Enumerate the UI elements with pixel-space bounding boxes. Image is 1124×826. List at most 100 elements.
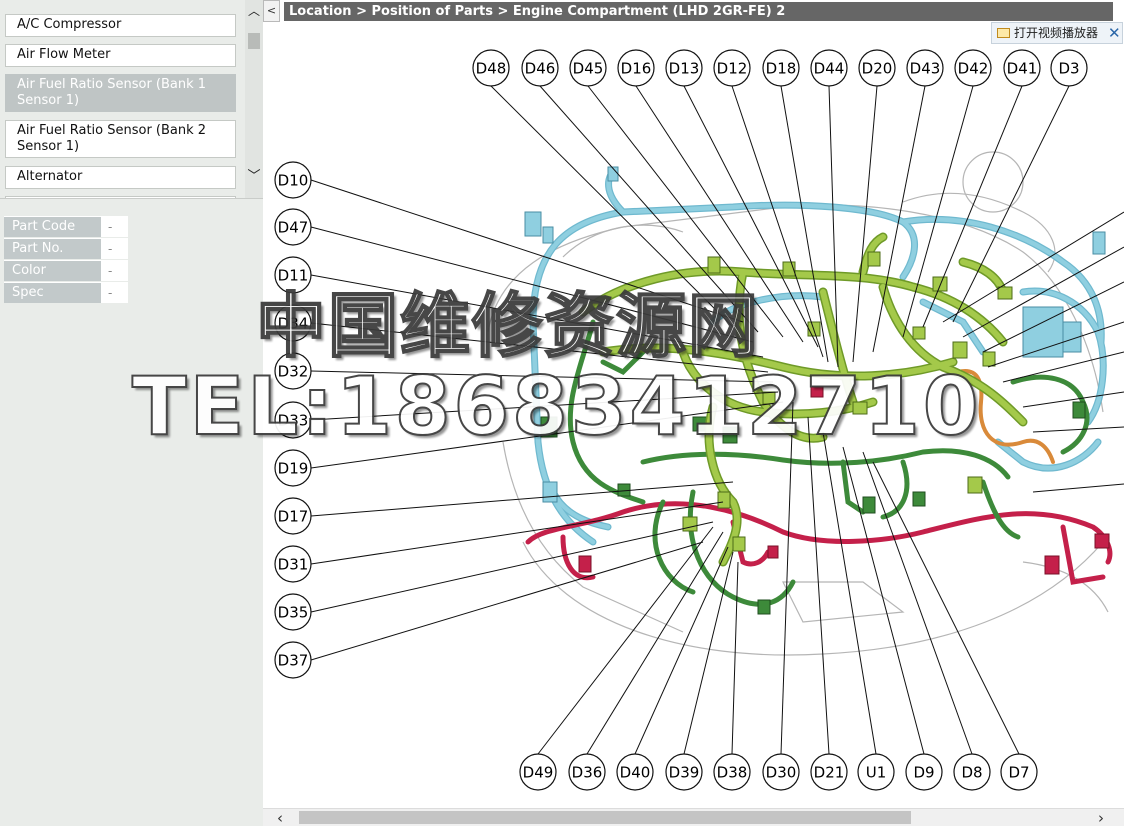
callout-d48[interactable]: D48 <box>472 49 510 87</box>
callout-d45[interactable]: D45 <box>569 49 607 87</box>
callout-d43[interactable]: D43 <box>906 49 944 87</box>
parts-list: A/C Compressor Air Flow Meter Air Fuel R… <box>0 0 245 198</box>
callout-d9[interactable]: D9 <box>905 753 943 791</box>
connector-lime <box>967 476 983 494</box>
list-item-label: Air Fuel Ratio Sensor (Bank 2 Sensor 1) <box>17 123 207 154</box>
callout-d19[interactable]: D19 <box>274 449 312 487</box>
connector-lime <box>717 491 731 509</box>
callout-d34[interactable]: D34 <box>274 304 312 342</box>
callout-d35[interactable]: D35 <box>274 593 312 631</box>
connector-green <box>912 491 926 507</box>
callout-d11[interactable]: D11 <box>274 256 312 294</box>
callout-d12[interactable]: D12 <box>713 49 751 87</box>
callout-d3[interactable]: D3 <box>1050 49 1088 87</box>
chevron-left-icon[interactable]: ‹ <box>277 809 291 826</box>
leader-line <box>635 85 804 343</box>
leader-line <box>310 521 714 613</box>
callout-d18[interactable]: D18 <box>762 49 800 87</box>
connector-lime <box>912 326 926 340</box>
open-video-player-button[interactable]: 打开视频播放器 ✕ <box>991 22 1123 44</box>
callout-d36[interactable]: D36 <box>568 753 606 791</box>
horizontal-scrollbar[interactable]: ‹ › <box>263 808 1124 826</box>
callout-label: D46 <box>525 60 556 78</box>
wiring-diagram: D48 D46 D45 D16 D13 D12 D18 D44 D20 D43 D42 D41 D3 D1… <box>274 49 1124 791</box>
coolant-component <box>1092 231 1106 255</box>
coolant-component <box>1022 306 1064 358</box>
callout-label: D34 <box>278 315 309 333</box>
property-value: - <box>108 220 113 234</box>
callout-d10[interactable]: D10 <box>274 161 312 199</box>
chevron-up-icon[interactable]: ︿ <box>245 4 263 18</box>
callout-label: D20 <box>862 60 893 78</box>
property-label: Spec <box>4 283 101 303</box>
callout-d49[interactable]: D49 <box>519 753 557 791</box>
callout-d17[interactable]: D17 <box>274 497 312 535</box>
engine-outline <box>962 151 1024 213</box>
list-item-label: Air Flow Meter <box>17 47 111 62</box>
left-panel: A/C Compressor Air Flow Meter Air Fuel R… <box>0 0 263 826</box>
callout-d40[interactable]: D40 <box>616 753 654 791</box>
callout-u1[interactable]: U1 <box>857 753 895 791</box>
callout-label: D18 <box>766 60 797 78</box>
callout-d38[interactable]: D38 <box>713 753 751 791</box>
property-label: Color <box>4 261 101 281</box>
callout-d42[interactable]: D42 <box>954 49 992 87</box>
callout-d31[interactable]: D31 <box>274 545 312 583</box>
connector-lime <box>762 391 776 405</box>
connector-lime <box>932 276 948 292</box>
callout-label: D44 <box>814 60 845 78</box>
property-value: - <box>108 286 113 300</box>
scrollbar-thumb[interactable] <box>248 33 260 49</box>
scrollbar-thumb[interactable] <box>299 811 911 824</box>
list-item-label: A/C Compressor <box>17 17 122 32</box>
leader-line <box>780 401 794 755</box>
callout-d21[interactable]: D21 <box>810 753 848 791</box>
chevron-down-icon[interactable]: ﹀ <box>245 170 263 184</box>
connector-lime <box>867 251 881 267</box>
callout-label: D11 <box>278 267 309 285</box>
connector-red <box>767 545 779 559</box>
callout-d13[interactable]: D13 <box>665 49 703 87</box>
connector-green <box>1072 401 1086 419</box>
callout-label: D13 <box>669 60 700 78</box>
chevron-right-icon[interactable]: › <box>1098 809 1112 826</box>
callout-label: D45 <box>573 60 604 78</box>
callout-d41[interactable]: D41 <box>1003 49 1041 87</box>
collapse-panel-button[interactable]: < <box>263 0 280 22</box>
callout-d20[interactable]: D20 <box>858 49 896 87</box>
harness-green <box>980 479 1021 540</box>
list-item[interactable]: A/C Compressor <box>5 14 236 37</box>
callout-d37[interactable]: D37 <box>274 641 312 679</box>
callout-label: D36 <box>572 764 603 782</box>
connector-lime <box>982 351 996 367</box>
list-item[interactable]: Alternator <box>5 166 236 189</box>
callout-d32[interactable]: D32 <box>274 352 312 390</box>
callout-label: D3 <box>1058 60 1079 78</box>
callout-d7[interactable]: D7 <box>1000 753 1038 791</box>
leader-line <box>310 481 734 517</box>
leader-line <box>310 370 774 383</box>
callout-d39[interactable]: D39 <box>665 753 703 791</box>
callout-d30[interactable]: D30 <box>762 753 800 791</box>
callout-label: D16 <box>621 60 652 78</box>
callout-label: D39 <box>669 764 700 782</box>
leader-line <box>731 85 824 358</box>
callout-label: D40 <box>620 764 651 782</box>
breadcrumb: Location > Position of Parts > Engine Co… <box>284 2 1113 21</box>
connector-lime <box>952 341 968 359</box>
callout-d47[interactable]: D47 <box>274 208 312 246</box>
list-item[interactable]: Air Fuel Ratio Sensor (Bank 2 Sensor 1) <box>5 120 236 158</box>
connector-lime <box>852 401 868 415</box>
leader-line <box>1032 483 1124 493</box>
list-item-selected[interactable]: Air Fuel Ratio Sensor (Bank 1 Sensor 1) <box>5 74 236 112</box>
parts-list-scrollbar[interactable]: ︿ ﹀ <box>245 0 263 198</box>
callout-d8[interactable]: D8 <box>953 753 991 791</box>
callout-d33[interactable]: D33 <box>274 401 312 439</box>
callout-d16[interactable]: D16 <box>617 49 655 87</box>
callout-label: D21 <box>814 764 845 782</box>
callout-d46[interactable]: D46 <box>521 49 559 87</box>
leader-line <box>822 431 877 755</box>
close-icon[interactable]: ✕ <box>1108 23 1122 43</box>
callout-d44[interactable]: D44 <box>810 49 848 87</box>
list-item[interactable]: Air Flow Meter <box>5 44 236 67</box>
